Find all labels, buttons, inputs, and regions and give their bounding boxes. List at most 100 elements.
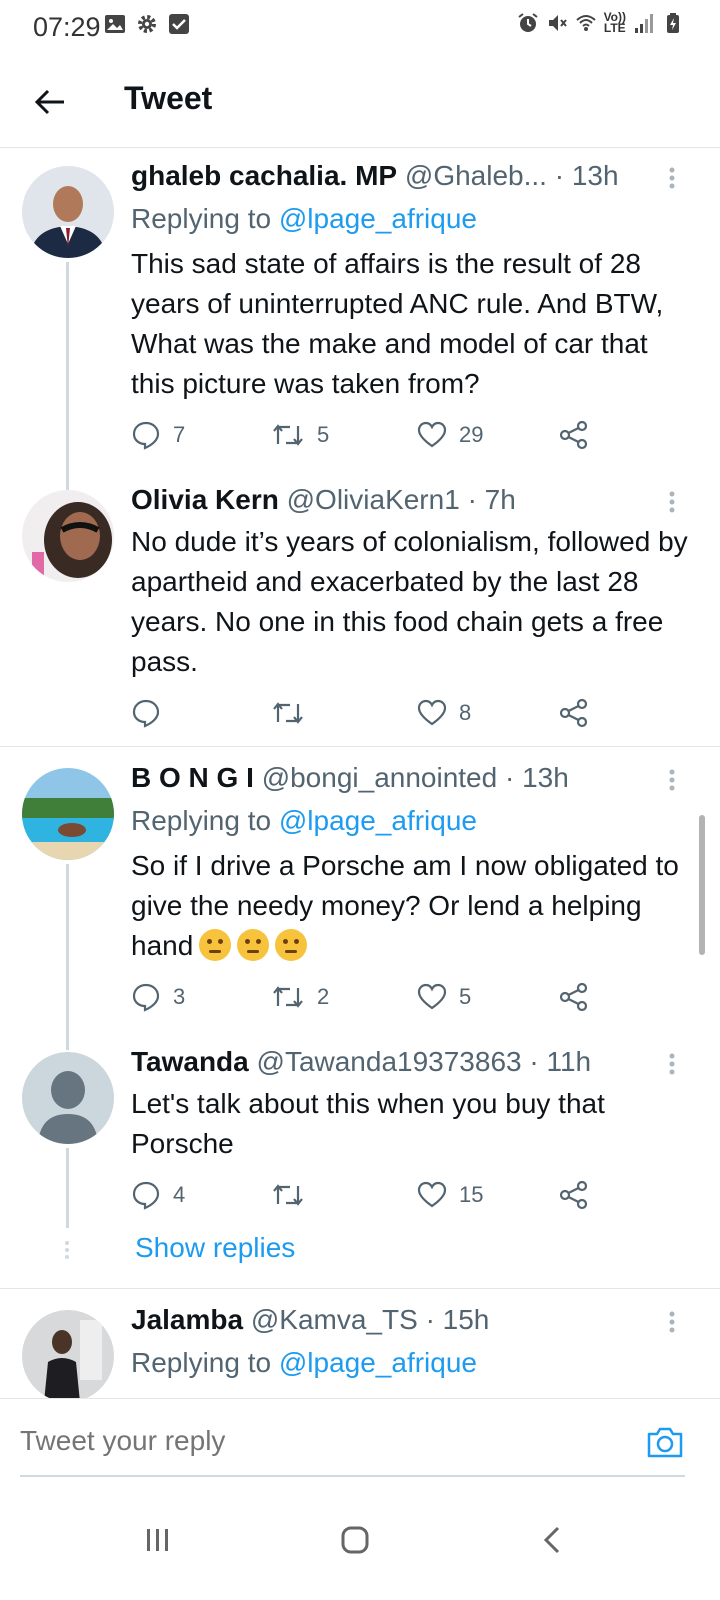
heart-icon (417, 699, 447, 726)
reply-icon (132, 983, 160, 1012)
home-button[interactable] (325, 1510, 385, 1570)
avatar[interactable] (22, 490, 114, 582)
handle[interactable]: @OliviaKern1 (287, 484, 460, 515)
default-avatar-icon (22, 1052, 114, 1144)
recents-button[interactable] (128, 1510, 188, 1570)
retweet-icon (273, 1184, 303, 1206)
handle[interactable]: @Tawanda19373863 (257, 1046, 522, 1077)
retweet-button[interactable] (271, 696, 317, 730)
tweet-text: No dude it’s years of colonialism, follo… (131, 526, 688, 677)
more-options-button[interactable] (660, 765, 684, 795)
tweet-text: This sad state of affairs is the result … (131, 248, 664, 399)
display-name[interactable]: Jalamba (131, 1304, 243, 1335)
avatar[interactable] (22, 768, 114, 860)
input-underline (20, 1475, 685, 1477)
back-button[interactable] (30, 82, 70, 122)
retweet-button[interactable]: 5 (271, 418, 329, 452)
thinking-face-emoji (237, 929, 270, 961)
avatar[interactable] (22, 1052, 114, 1144)
more-vertical-icon (669, 769, 675, 791)
retweet-button[interactable] (271, 1178, 317, 1212)
volte-icon: Vo)) LTE (603, 10, 626, 35)
timestamp: · 13h (554, 160, 619, 191)
retweet-button[interactable]: 2 (271, 980, 329, 1014)
tweet-actions: 4 15 (131, 1178, 611, 1212)
share-button[interactable] (559, 696, 589, 730)
reply-count: 7 (173, 422, 186, 447)
replying-to-link[interactable]: @lpage_afrique (279, 1347, 477, 1378)
share-button[interactable] (559, 980, 589, 1014)
display-name[interactable]: Tawanda (131, 1046, 249, 1077)
status-bar: 07:29 Vo)) LTE (0, 0, 720, 54)
system-nav-bar (0, 1496, 720, 1600)
reply-button[interactable]: 3 (131, 980, 185, 1014)
retweet-icon (273, 702, 303, 724)
like-button[interactable]: 15 (417, 1178, 483, 1212)
tweet-text: So if I drive a Porsche am I now obligat… (131, 850, 679, 961)
like-button[interactable]: 29 (417, 418, 483, 452)
avatar-photo (22, 1310, 114, 1402)
handle[interactable]: @Ghaleb... (405, 160, 547, 191)
more-options-button[interactable] (660, 1307, 684, 1337)
timestamp: · 11h (529, 1046, 592, 1077)
heart-icon (417, 983, 447, 1010)
replying-to: Replying to @lpage_afrique (131, 805, 477, 836)
thread-line (66, 262, 69, 490)
tweet-actions: 8 (131, 696, 611, 730)
divider (0, 746, 720, 747)
divider (0, 1288, 720, 1289)
share-button[interactable] (559, 418, 589, 452)
reply-button[interactable]: 7 (131, 418, 185, 452)
camera-icon[interactable] (646, 1425, 684, 1459)
gear-icon (138, 15, 156, 33)
more-options-button[interactable] (660, 487, 684, 517)
app-header: Tweet (0, 60, 720, 148)
replying-to-link[interactable]: @lpage_afrique (279, 805, 477, 836)
handle[interactable]: @Kamva_TS (251, 1304, 418, 1335)
checkbox-icon (169, 14, 189, 34)
home-icon (341, 1526, 369, 1554)
handle[interactable]: @bongi_annointed (262, 762, 498, 793)
tweet-actions: 7 5 29 (131, 418, 611, 452)
thread-dots-icon (65, 1241, 69, 1259)
share-icon (559, 420, 588, 450)
reply-input[interactable] (20, 1425, 630, 1457)
display-name[interactable]: B O N G I (131, 762, 254, 793)
replying-to-link[interactable]: @lpage_afrique (279, 203, 477, 234)
timestamp: · 13h (504, 762, 569, 793)
tweet-actions: 3 2 5 (131, 980, 611, 1014)
reply-count: 3 (173, 984, 186, 1009)
share-icon (559, 1180, 588, 1210)
avatar-photo (22, 490, 114, 582)
tweet-header: Tawanda @Tawanda19373863 · 11h (131, 1046, 671, 1078)
reply-icon (132, 1181, 160, 1210)
avatar[interactable] (22, 1310, 114, 1402)
back-nav-button[interactable] (522, 1510, 582, 1570)
display-name[interactable]: Olivia Kern (131, 484, 279, 515)
scrollbar-thumb[interactable] (699, 815, 705, 955)
share-button[interactable] (559, 1178, 589, 1212)
status-time: 07:29 (33, 12, 101, 42)
alarm-icon (517, 13, 538, 32)
more-vertical-icon (669, 1311, 675, 1333)
share-icon (559, 698, 588, 728)
image-icon (105, 15, 125, 33)
avatar-photo (22, 768, 114, 860)
reply-icon (132, 421, 160, 450)
retweet-count: 5 (317, 422, 330, 447)
thread-line (66, 864, 69, 1050)
like-count: 29 (459, 422, 484, 447)
show-replies-link[interactable]: Show replies (135, 1232, 295, 1264)
display-name[interactable]: ghaleb cachalia. MP (131, 160, 397, 191)
replying-to: Replying to @lpage_afrique (131, 203, 477, 234)
more-options-button[interactable] (660, 1049, 684, 1079)
reply-button[interactable]: 4 (131, 1178, 185, 1212)
reply-count: 4 (173, 1182, 186, 1207)
thinking-face-emoji (199, 929, 232, 961)
like-button[interactable]: 8 (417, 696, 471, 730)
like-button[interactable]: 5 (417, 980, 471, 1014)
reply-button[interactable] (131, 696, 173, 730)
more-options-button[interactable] (660, 163, 684, 193)
avatar[interactable] (22, 166, 114, 258)
like-count: 15 (459, 1182, 484, 1207)
